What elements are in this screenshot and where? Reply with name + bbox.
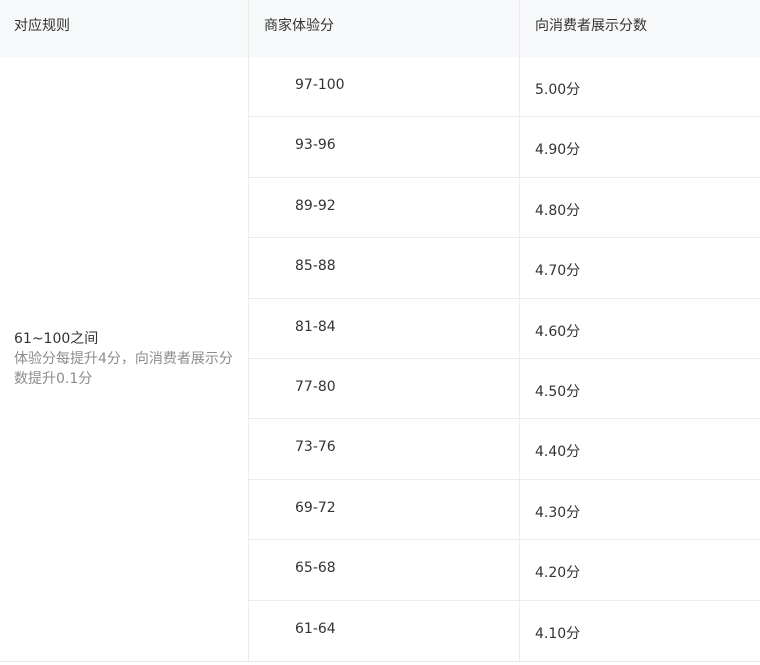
rule-cell: 61~100之间 体验分每提升4分，向消费者展示分数提升0.1分 [0,57,249,661]
table-row: 85-88 4.70分 [249,238,760,299]
merchant-score-range: 69-72 [249,479,520,540]
display-score: 4.70分 [535,263,581,280]
display-score: 4.30分 [535,504,581,521]
table-row: 89-92 4.80分 [249,177,760,239]
display-score: 4.90分 [535,142,581,159]
table-header: 对应规则 商家体验分 向消费者展示分数 [0,0,760,57]
display-score: 4.40分 [535,444,581,461]
display-score: 4.50分 [535,383,581,400]
rule-sub-text: 体验分每提升4分，向消费者展示分数提升0.1分 [14,351,233,387]
display-score: 4.80分 [535,202,581,219]
merchant-score-range: 89-92 [249,177,520,238]
table-row: 65-68 4.20分 [249,540,760,601]
table-row: 97-100 5.00分 [249,57,760,118]
merchant-score-range: 97-100 [249,57,520,117]
header-rule: 对应规则 [0,0,249,57]
header-merchant-score: 商家体验分 [249,0,520,57]
table-row: 73-76 4.40分 [249,419,760,480]
table-row: 77-80 4.50分 [249,358,760,420]
merchant-score-range: 77-80 [249,358,520,419]
table-row: 81-84 4.60分 [249,298,760,359]
merchant-score-range: 85-88 [249,238,520,298]
table-row: 93-96 4.90分 [249,117,760,178]
display-score: 5.00分 [535,82,581,98]
merchant-score-range: 61-64 [249,600,520,661]
merchant-score-range: 65-68 [249,540,520,600]
display-score: 4.10分 [535,625,581,642]
merchant-score-range: 73-76 [249,419,520,479]
table-row: 61-64 4.10分 [249,600,760,661]
table-body: 61~100之间 体验分每提升4分，向消费者展示分数提升0.1分 97-100 … [0,57,760,661]
display-score: 4.20分 [535,565,581,582]
rows: 97-100 5.00分 93-96 4.90分 89-92 4.80分 85-… [249,57,760,661]
header-display-score: 向消费者展示分数 [535,18,647,34]
merchant-score-range: 81-84 [249,298,520,358]
rule-main-text: 61~100之间 [14,331,99,347]
merchant-score-range: 93-96 [249,117,520,177]
table-row: 69-72 4.30分 [249,479,760,541]
score-mapping-table: 对应规则 商家体验分 向消费者展示分数 61~100之间 体验分每提升4分，向消… [0,0,760,662]
display-score: 4.60分 [535,323,581,340]
